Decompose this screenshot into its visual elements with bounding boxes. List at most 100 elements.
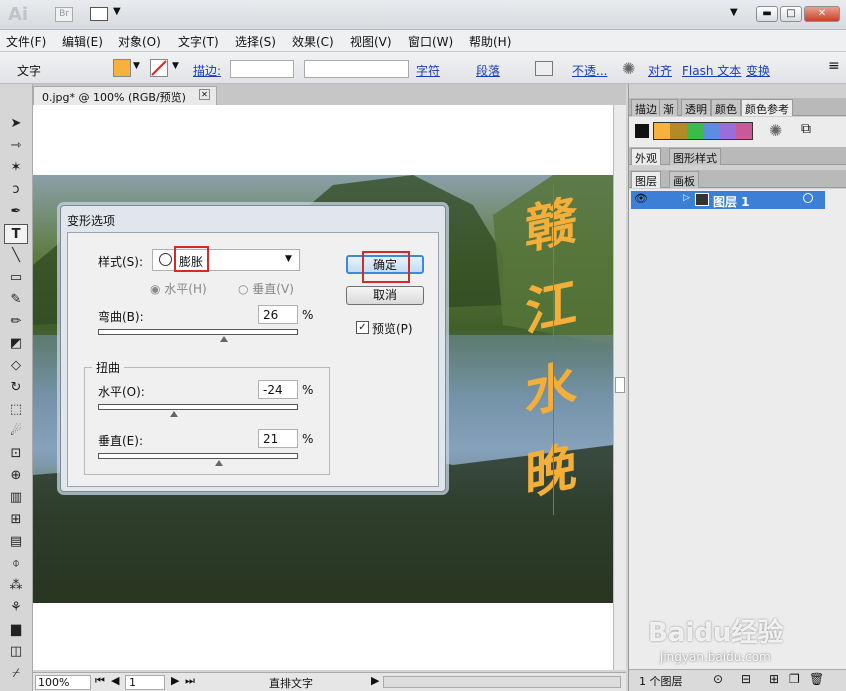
gradient-icon[interactable]: ▤ [4,532,28,552]
character-link[interactable]: 字符 [416,62,440,79]
menu-view[interactable]: 视图(V) [350,33,392,50]
expand-icon[interactable]: ▷ [683,193,690,203]
close-icon[interactable]: ✕ [199,89,210,100]
free-transform-icon[interactable]: ⊡ [4,444,28,464]
horizontal-scrollbar[interactable] [383,676,621,688]
chevron-down-icon[interactable]: ▼ [730,7,738,18]
line-icon[interactable]: ╲ [4,246,28,266]
recolor-icon[interactable]: ✺ [622,59,635,78]
bend-slider[interactable] [98,329,298,335]
envelope-icon[interactable] [535,61,553,76]
close-button[interactable]: ✕ [804,6,840,22]
artboard-icon[interactable]: ◫ [4,642,28,662]
rotate-icon[interactable]: ↻ [4,378,28,398]
bend-slider-thumb[interactable] [220,336,228,342]
opacity-link[interactable]: 不透... [572,62,607,79]
new-layer-icon[interactable]: ❐ [789,672,800,686]
tab-gradient[interactable]: 渐 [659,99,678,116]
type-tool-icon[interactable]: T [4,224,28,244]
transform-link[interactable]: 变换 [746,62,770,79]
brush-icon[interactable]: ✎ [4,290,28,310]
locate-object-icon[interactable]: ⊙ [713,672,723,686]
vertical-scrollbar[interactable] [613,105,626,670]
status-text[interactable]: 直排文字 [269,675,313,691]
harmony-swatches[interactable] [653,122,753,140]
scale-icon[interactable]: ⬚ [4,400,28,420]
horizontal-distort-slider[interactable] [98,404,298,410]
maximize-button[interactable]: □ [780,6,802,22]
delete-icon[interactable]: 🗑 [809,672,824,686]
chevron-down-icon[interactable]: ▼ [285,254,292,264]
flash-text-link[interactable]: Flash 文本 [682,62,741,79]
menu-type[interactable]: 文字(T) [178,33,219,50]
eyedropper-icon[interactable]: ⌽ [4,554,28,574]
eye-icon[interactable]: 👁 [634,192,648,205]
status-menu-icon[interactable]: ▶ [371,674,379,687]
stroke-link[interactable]: 描边: [193,62,221,79]
pen-icon[interactable]: ✒ [4,202,28,222]
blend-icon[interactable]: ⁂ [4,576,28,596]
chevron-down-icon[interactable]: ▼ [113,6,121,17]
save-swatch-icon[interactable]: ⧉ [801,121,811,137]
preview-checkbox[interactable]: ✓ [356,321,369,334]
next-page-icon[interactable]: ▶ [171,674,179,687]
layer-name[interactable]: 图层 1 [713,193,750,210]
page-select[interactable]: 1 [125,675,165,690]
menu-edit[interactable]: 编辑(E) [62,33,103,50]
shape-builder-icon[interactable]: ⊕ [4,466,28,486]
scroll-thumb[interactable] [615,377,625,393]
arrange-documents-icon[interactable] [90,7,108,21]
minimize-button[interactable]: ▬ [756,6,778,22]
vertical-distort-input[interactable]: 21 [258,429,298,448]
document-tab[interactable]: 0.jpg* @ 100% (RGB/预览) ✕ [33,86,217,105]
vertical-distort-thumb[interactable] [215,460,223,466]
eraser-icon[interactable]: ◇ [4,356,28,376]
perspective-icon[interactable]: ▥ [4,488,28,508]
horizontal-radio[interactable]: ◉ 水平(H) [150,280,207,297]
base-color-swatch[interactable] [635,124,649,138]
target-icon[interactable] [803,193,813,203]
paragraph-link[interactable]: 段落 [476,62,500,79]
column-graph-icon[interactable]: ▆ [4,620,28,640]
mesh-icon[interactable]: ⊞ [4,510,28,530]
vertical-radio[interactable]: ○ 垂直(V) [238,280,294,297]
first-page-icon[interactable]: ⏮ [95,674,105,688]
lasso-icon[interactable]: ↄ [4,180,28,200]
vertical-distort-slider[interactable] [98,453,298,459]
bend-input[interactable]: 26 [258,305,298,324]
tab-appearance[interactable]: 外观 [631,148,661,165]
selection-tool-icon[interactable]: ➤ [4,114,28,134]
warped-vertical-text[interactable]: 赣 江 水 晚 [525,185,585,525]
last-page-icon[interactable]: ⏭ [185,674,195,688]
recolor-artwork-icon[interactable]: ✺ [769,121,782,140]
layer-row[interactable]: 👁 ▷ 图层 1 [631,191,825,209]
tab-layers[interactable]: 图层 [631,171,661,188]
menu-help[interactable]: 帮助(H) [469,33,511,50]
chevron-down-icon[interactable]: ▼ [172,61,179,71]
cancel-button[interactable]: 取消 [346,286,424,305]
direct-selection-icon[interactable]: ⇾ [4,136,28,156]
stroke-weight-field[interactable] [230,60,294,78]
blob-brush-icon[interactable]: ◩ [4,334,28,354]
symbol-sprayer-icon[interactable]: ⚘ [4,598,28,618]
horizontal-distort-thumb[interactable] [170,411,178,417]
chevron-down-icon[interactable]: ▼ [133,61,140,71]
menu-file[interactable]: 文件(F) [6,33,46,50]
magic-wand-icon[interactable]: ✶ [4,158,28,178]
slice-icon[interactable]: ⌿ [4,664,28,684]
menu-effect[interactable]: 效果(C) [292,33,334,50]
pencil-icon[interactable]: ✏ [4,312,28,332]
bridge-button[interactable]: Br [55,7,73,22]
rectangle-icon[interactable]: ▭ [4,268,28,288]
zoom-select[interactable]: 100% [35,675,91,690]
horizontal-distort-input[interactable]: -24 [258,380,298,399]
brush-field[interactable] [304,60,409,78]
tab-transparency[interactable]: 透明 [681,99,711,116]
tab-color-guide[interactable]: 颜色参考 [741,99,793,116]
menu-select[interactable]: 选择(S) [235,33,276,50]
clipping-mask-icon[interactable]: ⊟ [741,672,751,686]
new-sublayer-icon[interactable]: ⊞ [769,672,779,686]
menu-window[interactable]: 窗口(W) [408,33,453,50]
tab-stroke[interactable]: 描边 [631,99,661,116]
stroke-swatch[interactable] [150,59,168,77]
